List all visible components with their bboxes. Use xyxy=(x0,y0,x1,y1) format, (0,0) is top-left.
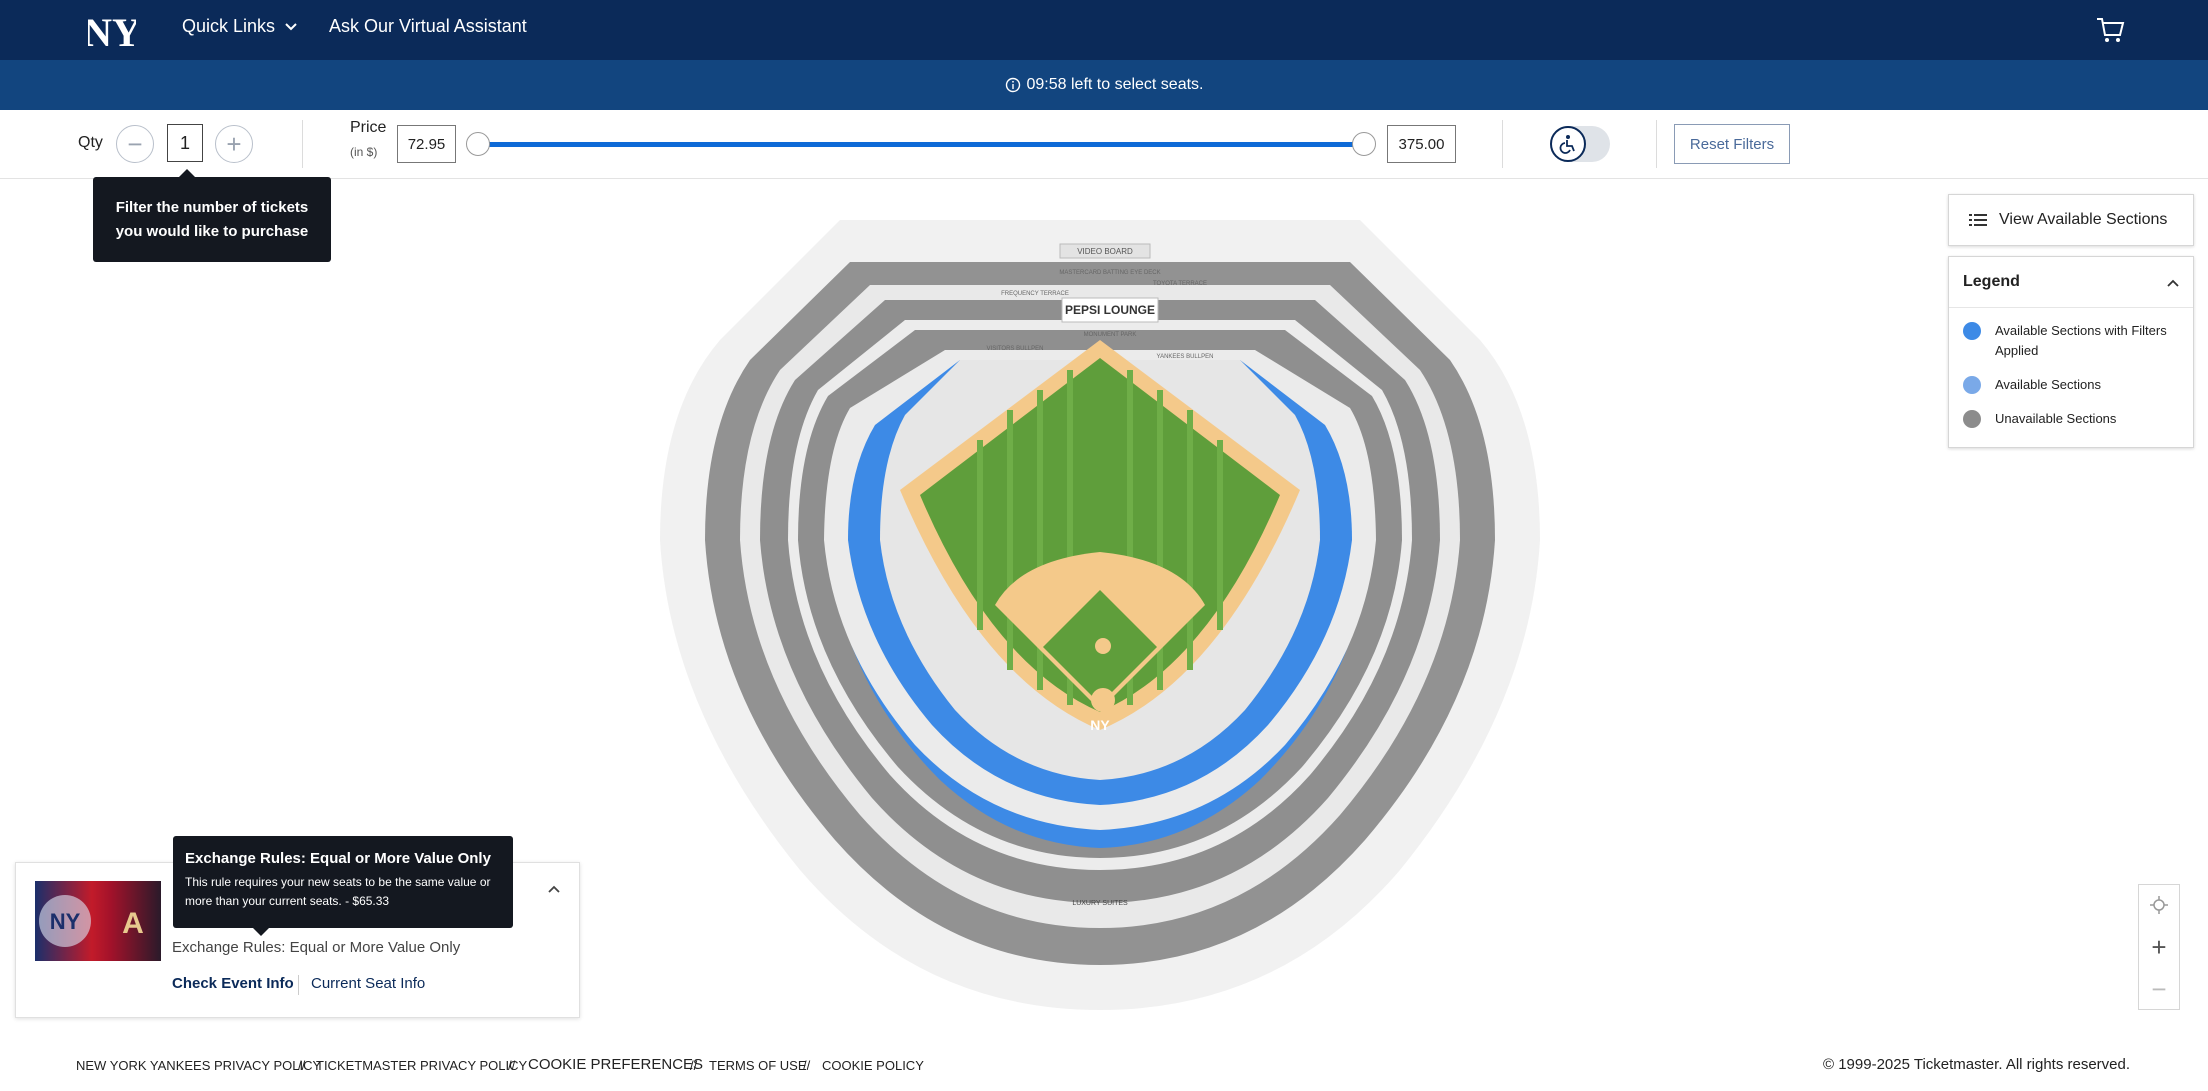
divider xyxy=(1656,120,1657,168)
accessibility-toggle[interactable] xyxy=(1550,126,1610,162)
rules-tooltip-title: Exchange Rules: Equal or More Value Only xyxy=(185,850,491,867)
legend-item-label: Available Sections with Filters Applied xyxy=(1995,323,2167,358)
footer-link-yankees-privacy[interactable]: NEW YORK YANKEES PRIVACY POLICY xyxy=(76,1058,321,1073)
monument-park-label: MONUMENT PARK xyxy=(1084,332,1137,338)
plus-icon: + xyxy=(2151,931,2167,962)
legend-swatch-unavailable xyxy=(1963,410,1981,428)
mastercard-label: MASTERCARD BATTING EYE DECK xyxy=(1059,270,1160,276)
frequency-terrace-label: FREQUENCY TERRACE xyxy=(1001,291,1069,297)
timer-text: 09:58 left to select seats. xyxy=(1026,76,1204,93)
footer-separator: // xyxy=(508,1058,516,1073)
legend-divider xyxy=(1949,307,2193,308)
accessibility-icon xyxy=(1550,126,1586,162)
chevron-down-icon xyxy=(285,22,297,30)
svg-text:A: A xyxy=(122,907,144,940)
divider xyxy=(298,975,299,995)
list-icon xyxy=(1969,214,1987,226)
virtual-assistant-label: Ask Our Virtual Assistant xyxy=(329,16,527,36)
footer-link-cookie-policy[interactable]: COOKIE POLICY xyxy=(822,1058,924,1073)
event-image: NY A xyxy=(35,881,161,961)
quick-links-menu[interactable]: Quick Links xyxy=(182,16,299,37)
exchange-rules-text: Exchange Rules: Equal or More Value Only xyxy=(172,939,461,956)
price-slider-max-handle[interactable] xyxy=(1352,132,1376,156)
cart-icon[interactable] xyxy=(2094,14,2126,46)
current-seat-info-link[interactable]: Current Seat Info xyxy=(311,975,425,992)
divider xyxy=(1502,120,1503,168)
locate-button[interactable] xyxy=(2139,885,2179,925)
legend-swatch-available xyxy=(1963,376,1981,394)
legend-item-label: Unavailable Sections xyxy=(1995,411,2117,426)
price-slider-min-handle[interactable] xyxy=(466,132,490,156)
qty-tooltip: Filter the number of tickets you would l… xyxy=(93,169,331,262)
view-available-sections-button[interactable]: View Available Sections xyxy=(1948,194,2194,246)
plus-icon: + xyxy=(226,128,242,159)
copyright-text: © 1999-2025 Ticketmaster. All rights res… xyxy=(1823,1056,2131,1073)
zoom-controls: + − xyxy=(2138,884,2180,1010)
stadium-map[interactable]: VIDEO BOARD PEPSI LOUNGE MASTERCARD BATT… xyxy=(660,210,1540,1015)
luxury-suites-label: LUXURY SUITES xyxy=(1072,900,1128,907)
view-sections-label: View Available Sections xyxy=(1999,211,2168,228)
footer-link-terms[interactable]: TERMS OF USE xyxy=(709,1058,807,1073)
exchange-rules-tooltip: Exchange Rules: Equal or More Value Only… xyxy=(173,836,513,936)
footer-link-ticketmaster-privacy[interactable]: TICKETMASTER PRIVACY POLICY xyxy=(316,1058,527,1073)
locate-icon xyxy=(2150,896,2168,914)
toyota-terrace-label: TOYOTA TERRACE xyxy=(1153,281,1207,287)
filters-bar: Qty − 1 + Price (in $) 72.95 375.00 Rese… xyxy=(0,110,2208,179)
qty-increase-button[interactable]: + xyxy=(215,125,253,163)
qty-input[interactable]: 1 xyxy=(167,124,203,162)
yankees-logo[interactable]: NY xyxy=(83,6,141,55)
footer-link-cookie-preferences[interactable]: COOKIE PREFERENCES xyxy=(528,1056,703,1073)
chevron-up-icon[interactable] xyxy=(546,881,562,897)
footer: NEW YORK YANKEES PRIVACY POLICY // TICKE… xyxy=(0,1052,2208,1080)
svg-text:NY: NY xyxy=(88,10,136,54)
video-board-label: VIDEO BOARD xyxy=(1077,247,1133,256)
svg-text:NY: NY xyxy=(50,909,81,934)
zoom-in-button[interactable]: + xyxy=(2139,927,2179,967)
price-label: Price xyxy=(350,119,387,136)
price-slider-track[interactable] xyxy=(478,142,1364,147)
footer-separator: // xyxy=(690,1058,698,1073)
legend-swatch-filtered xyxy=(1963,322,1981,340)
price-max-input[interactable]: 375.00 xyxy=(1387,125,1456,163)
legend-panel: Legend Available Sections with Filters A… xyxy=(1948,256,2194,448)
home-plate-logo: NY xyxy=(1090,717,1110,733)
legend-item-label: Available Sections xyxy=(1995,377,2101,392)
zoom-out-button[interactable]: − xyxy=(2139,969,2179,1009)
check-event-info-link[interactable]: Check Event Info xyxy=(172,975,294,992)
qty-label: Qty xyxy=(78,134,103,151)
bullpen-right-label: YANKEES BULLPEN xyxy=(1157,354,1214,360)
qty-decrease-button[interactable]: − xyxy=(116,125,154,163)
timer-bar: 09:58 left to select seats. xyxy=(0,60,2208,110)
legend-title: Legend xyxy=(1963,273,2020,290)
quick-links-label: Quick Links xyxy=(182,16,276,36)
price-unit-label: (in $) xyxy=(350,145,378,159)
pepsi-lounge-label: PEPSI LOUNGE xyxy=(1065,303,1155,317)
bullpen-left-label: VISITORS BULLPEN xyxy=(987,346,1044,352)
legend-item: Available Sections xyxy=(1963,375,2183,395)
price-min-input[interactable]: 72.95 xyxy=(397,125,456,163)
info-icon xyxy=(1005,77,1020,93)
minus-icon: − xyxy=(127,128,143,159)
legend-item: Unavailable Sections xyxy=(1963,409,2183,429)
footer-separator: // xyxy=(803,1058,811,1073)
minus-icon: − xyxy=(2151,973,2167,1004)
rules-tooltip-body: This rule requires your new seats to be … xyxy=(185,875,491,908)
legend-item: Available Sections with Filters Applied xyxy=(1963,321,2183,361)
virtual-assistant-link[interactable]: Ask Our Virtual Assistant xyxy=(329,16,527,37)
reset-filters-button[interactable]: Reset Filters xyxy=(1674,124,1790,164)
chevron-up-icon[interactable] xyxy=(2165,275,2181,291)
divider xyxy=(302,120,303,168)
qty-tooltip-text: Filter the number of tickets you would l… xyxy=(115,198,309,240)
top-nav: NY Quick Links Ask Our Virtual Assistant xyxy=(0,0,2208,60)
footer-separator: // xyxy=(298,1058,306,1073)
